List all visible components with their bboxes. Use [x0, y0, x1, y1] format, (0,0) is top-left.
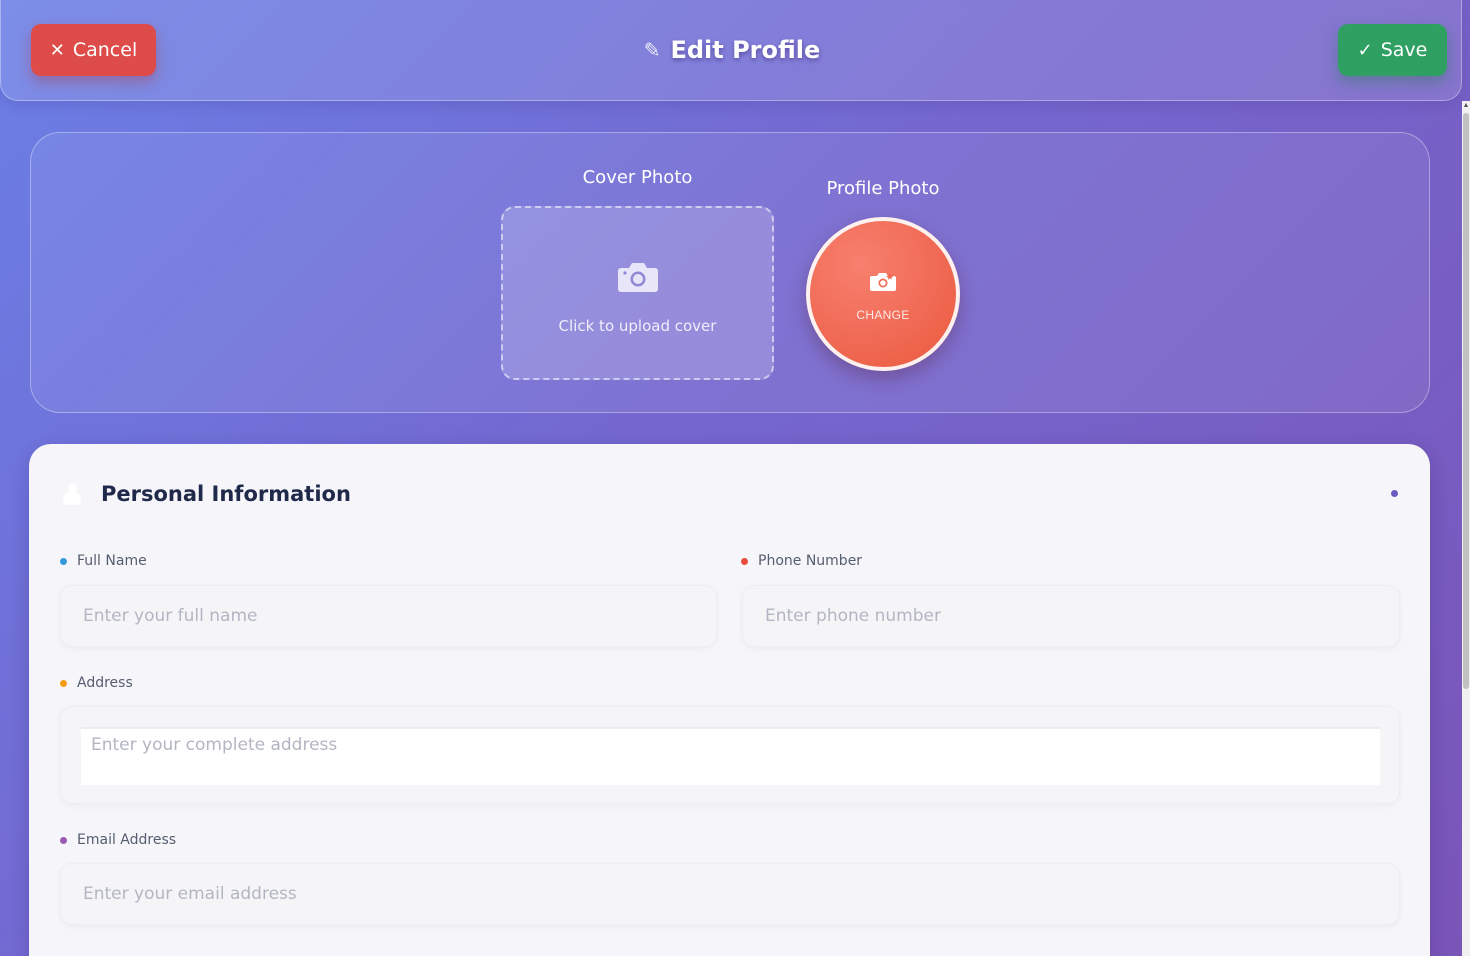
full-name-dot [60, 557, 67, 565]
checkmark-icon: ✓ [1357, 39, 1373, 61]
pencil-icon: ✎ [643, 39, 661, 62]
top-bar: ✕ Cancel ✎ Edit Profile ✓ Save [0, 0, 1462, 101]
section-title: Personal Information [101, 482, 351, 506]
address-textarea[interactable] [81, 727, 1380, 785]
cover-photo-label: Cover Photo [582, 167, 693, 188]
page-title-wrap: ✎ Edit Profile [1, 30, 1463, 70]
email-address-label-text: Email Address [77, 832, 177, 848]
profile-photo-label: Profile Photo [826, 178, 940, 199]
profile-photo-change-label: CHANGE [856, 308, 910, 322]
personal-information-card: Personal Information Full Name Phone Num… [29, 444, 1430, 956]
vertical-scrollbar[interactable]: ▲ [1462, 101, 1470, 956]
scroll-up-arrow-icon[interactable]: ▲ [1462, 101, 1470, 111]
email-address-label: Email Address [60, 832, 176, 848]
phone-number-input[interactable] [742, 585, 1400, 647]
scrollbar-thumb[interactable] [1463, 113, 1469, 689]
phone-number-dot [741, 557, 748, 565]
photo-panel: Cover Photo Click to upload cover Profil… [30, 132, 1430, 413]
profile-photo-change-button[interactable]: CHANGE [806, 217, 960, 371]
person-icon [59, 481, 85, 507]
address-label: Address [60, 675, 133, 691]
save-button-label: Save [1380, 39, 1428, 61]
full-name-label-text: Full Name [77, 553, 147, 569]
email-address-input[interactable] [60, 863, 1400, 925]
full-name-input[interactable] [60, 585, 717, 647]
address-dot [60, 679, 67, 687]
section-indicator-dot [1391, 490, 1398, 497]
page-title: Edit Profile [670, 36, 821, 64]
phone-number-label: Phone Number [741, 553, 862, 569]
address-field-wrap [60, 706, 1400, 804]
save-button[interactable]: ✓ Save [1338, 24, 1447, 76]
camera-flash-icon [869, 270, 897, 298]
email-address-dot [60, 836, 67, 844]
full-name-label: Full Name [60, 553, 147, 569]
address-label-text: Address [77, 675, 133, 691]
camera-icon [617, 260, 659, 303]
cover-upload-area[interactable]: Click to upload cover [501, 206, 774, 380]
phone-number-label-text: Phone Number [758, 553, 863, 569]
cover-upload-hint: Click to upload cover [558, 316, 717, 335]
card-header: Personal Information [59, 476, 351, 512]
